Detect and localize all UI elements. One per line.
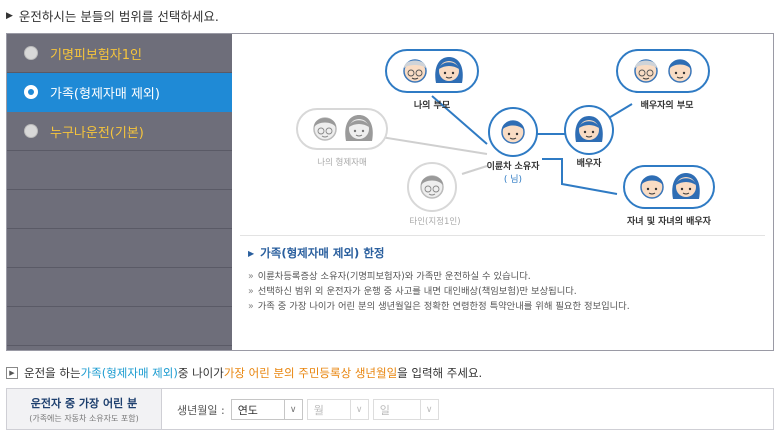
birthdate-label: 생년월일 : [177, 403, 225, 417]
family-diagram: 나의 부모 배우자의 부모 나의 형제자매 이륜차 소유자 (님) 배우자 타… [296, 49, 715, 227]
form-label-sub: (가족에는 자동차 소유자도 포함) [29, 414, 139, 423]
heading-text: 운전하시는 분들의 범위를 선택하세요. [18, 9, 219, 24]
children-label: 자녀 및 자녀의 배우자 [627, 215, 712, 227]
option-family[interactable]: 가족(형제자매 제외) [7, 73, 232, 112]
triangle-bullet-icon: ▶ [248, 248, 255, 258]
children-node [623, 165, 715, 209]
option-empty-row [7, 307, 232, 346]
chevron-down-icon: ∨ [349, 400, 368, 419]
option-label: 기명피보험자1인 [50, 47, 142, 63]
info-line: » 가족 중 가장 나이가 어린 분의 생년월일은 정확한 연령한정 특약안내를 … [248, 299, 630, 314]
info-line-text: 가족 중 가장 나이가 어린 분의 생년월일은 정확한 연령한정 특약안내를 위… [257, 301, 630, 312]
other-node [407, 162, 457, 212]
option-label: 누구나운전(기본) [50, 125, 144, 141]
birthdate-question: ▶ 운전을 하는 가족(형제자매 제외) 중 나이가 가장 어린 분의 주민등록… [6, 365, 482, 381]
double-arrow-icon: » [248, 301, 254, 312]
birthdate-form: 운전자 중 가장 어린 분 (가족에는 자동차 소유자도 포함) 생년월일 : … [6, 388, 774, 430]
driver-scope-box: 기명피보험자1인 가족(형제자매 제외) 누구나운전(기본) 나의 부모 배우자… [6, 33, 774, 351]
year-select-value: 연도 [237, 404, 258, 417]
chevron-down-icon: ∨ [283, 400, 302, 419]
question-text: 을 입력해 주세요. [397, 366, 483, 380]
month-select[interactable]: 월 ∨ [306, 399, 369, 420]
question-highlight: 가족(형제자매 제외) [80, 366, 178, 380]
parents-label: 나의 부모 [414, 99, 451, 111]
info-title-text: 가족(형제자매 제외) 한정 [260, 246, 385, 260]
question-text: 중 나이가 [177, 366, 224, 380]
form-label: 운전자 중 가장 어린 분 (가족에는 자동차 소유자도 포함) [7, 389, 162, 429]
panel-divider [240, 235, 765, 236]
spouse-parents-label: 배우자의 부모 [641, 99, 695, 111]
chevron-down-icon: ∨ [419, 400, 438, 419]
info-line: » 이륜차등록증상 소유자(기명피보험자)와 가족만 운전하실 수 있습니다. [248, 269, 630, 284]
question-highlight: 가장 어린 분의 주민등록상 생년월일 [223, 366, 398, 380]
info-line-text: 선택하신 범위 외 운전자가 운행 중 사고를 내면 대인배상(책임보험)만 보… [257, 286, 577, 297]
birthdate-field: 생년월일 : 연도 ∨ 월 ∨ 일 ∨ [177, 399, 443, 420]
arrow-box-icon: ▶ [6, 367, 18, 379]
radio-icon[interactable] [24, 46, 38, 60]
day-select-value: 일 [379, 404, 390, 417]
other-label: 타인(지정1인) [409, 216, 460, 227]
spouse-parents-node [616, 49, 710, 93]
owner-name-field: ( 님) [504, 174, 522, 185]
year-select[interactable]: 연도 ∨ [230, 399, 303, 420]
option-empty-row [7, 151, 232, 190]
spouse-label: 배우자 [577, 157, 603, 169]
siblings-node [296, 108, 388, 150]
owner-node [488, 107, 538, 157]
month-select-value: 월 [313, 404, 324, 417]
section-heading: ▶ 운전하시는 분들의 범위를 선택하세요. [6, 6, 219, 25]
scope-detail-panel: 나의 부모 배우자의 부모 나의 형제자매 이륜차 소유자 (님) 배우자 타… [232, 34, 773, 350]
info-title: ▶ 가족(형제자매 제외) 한정 [248, 245, 630, 261]
double-arrow-icon: » [248, 271, 254, 282]
option-anyone[interactable]: 누구나운전(기본) [7, 112, 232, 151]
option-named-insured[interactable]: 기명피보험자1인 [7, 34, 232, 73]
option-empty-row [7, 268, 232, 307]
scope-info: ▶ 가족(형제자매 제외) 한정 » 이륜차등록증상 소유자(기명피보험자)와 가… [248, 245, 630, 314]
double-arrow-icon: » [248, 286, 254, 297]
radio-icon[interactable] [24, 124, 38, 138]
parents-node [385, 49, 479, 93]
triangle-bullet-icon: ▶ [6, 10, 13, 21]
scope-options: 기명피보험자1인 가족(형제자매 제외) 누구나운전(기본) [7, 34, 232, 350]
info-line-text: 이륜차등록증상 소유자(기명피보험자)와 가족만 운전하실 수 있습니다. [257, 271, 531, 282]
radio-selected-icon[interactable] [24, 85, 38, 99]
day-select[interactable]: 일 ∨ [372, 399, 439, 420]
option-empty-row [7, 229, 232, 268]
option-empty-row [7, 190, 232, 229]
question-text: 운전을 하는 [24, 366, 81, 380]
spouse-node [564, 105, 614, 155]
siblings-label: 나의 형제자매 [317, 157, 367, 168]
info-line: » 선택하신 범위 외 운전자가 운행 중 사고를 내면 대인배상(책임보험)만 … [248, 284, 630, 299]
owner-label: 이륜차 소유자 [487, 160, 541, 172]
form-label-title: 운전자 중 가장 어린 분 [30, 397, 138, 410]
option-label: 가족(형제자매 제외) [50, 86, 160, 102]
